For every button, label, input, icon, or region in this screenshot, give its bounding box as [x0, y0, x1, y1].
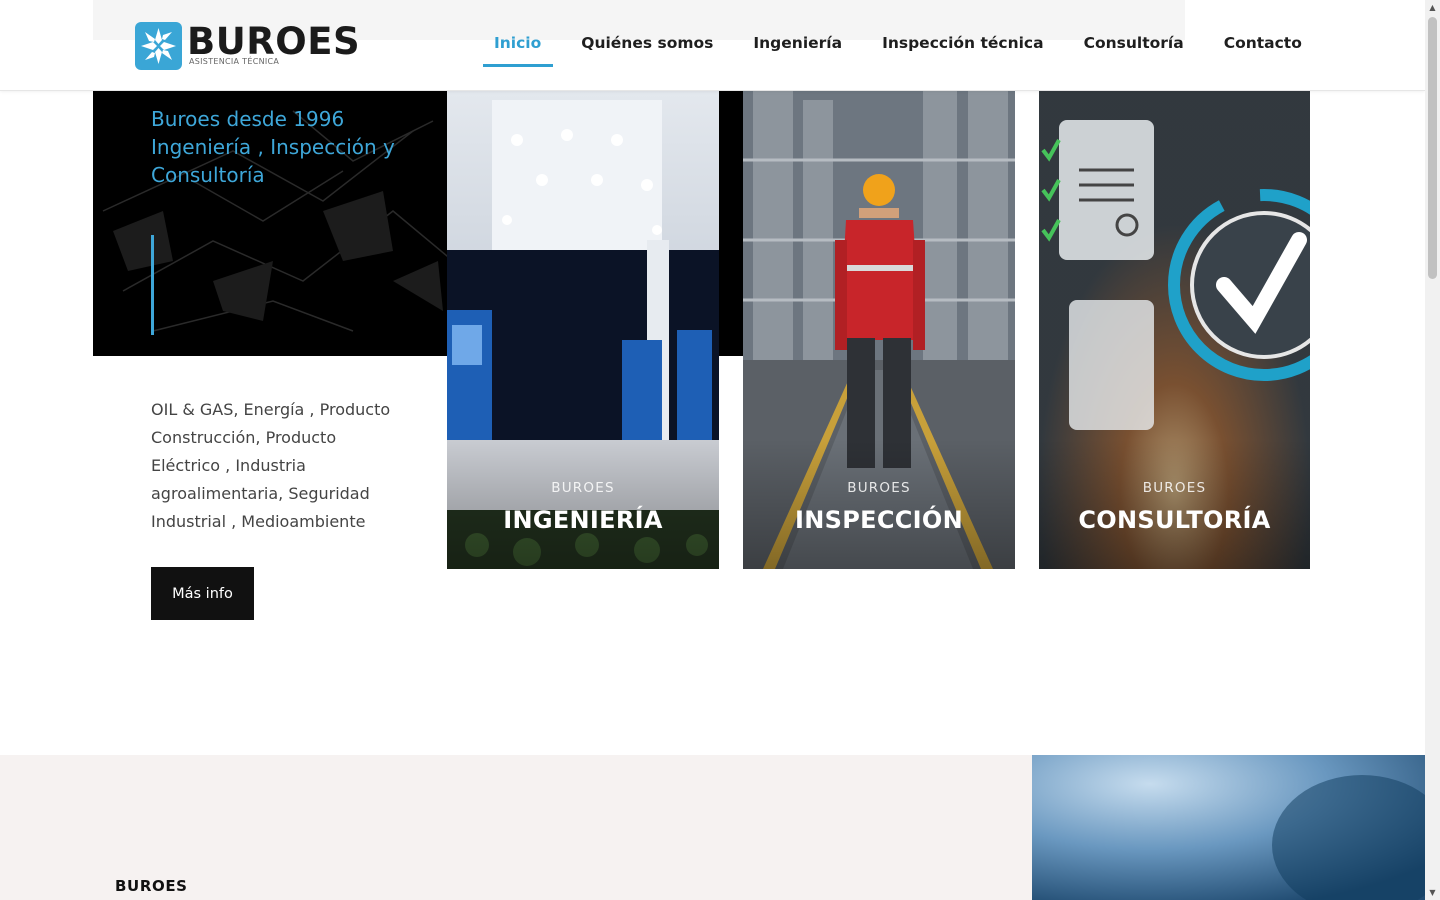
- nav-item-consultoria[interactable]: Consultoría: [1084, 34, 1184, 52]
- page-scrollbar[interactable]: ▲ ▼: [1425, 0, 1440, 900]
- card-ingenieria[interactable]: BUROES INGENIERÍA: [447, 40, 719, 569]
- card-title: INSPECCIÓN: [795, 506, 963, 534]
- card-title: INGENIERÍA: [503, 506, 663, 534]
- page: Buroes desde 1996 Ingeniería , Inspecció…: [0, 0, 1425, 900]
- active-underline: [483, 64, 554, 67]
- nav-item-quienes-somos[interactable]: Quiénes somos: [581, 34, 713, 52]
- nav-label: Inicio: [494, 34, 542, 52]
- nav-item-inspeccion-tecnica[interactable]: Inspección técnica: [882, 34, 1044, 52]
- nav-item-ingenieria[interactable]: Ingeniería: [753, 34, 842, 52]
- scroll-thumb[interactable]: [1428, 17, 1437, 279]
- scroll-up-arrow-icon[interactable]: ▲: [1425, 0, 1440, 15]
- about-section: BUROES: [0, 755, 1425, 900]
- card-title: CONSULTORÍA: [1078, 506, 1271, 534]
- site-logo[interactable]: BUROES ASISTENCIA TÉCNICA: [135, 22, 360, 72]
- blurred-image: [1032, 755, 1425, 900]
- abstract-blue-image: [1032, 755, 1425, 900]
- card-kicker: BUROES: [551, 480, 615, 496]
- logo-wordmark: BUROES: [187, 20, 361, 63]
- card-kicker: BUROES: [847, 480, 911, 496]
- nav-item-inicio[interactable]: Inicio: [483, 34, 554, 67]
- scroll-down-arrow-icon[interactable]: ▼: [1425, 885, 1440, 900]
- card-kicker: BUROES: [1142, 480, 1207, 496]
- logo-mark-icon: [135, 22, 182, 70]
- main-nav: Inicio Quiénes somos Ingeniería Inspecci…: [483, 34, 1342, 67]
- nav-item-contacto[interactable]: Contacto: [1224, 34, 1302, 52]
- card-inspeccion[interactable]: BUROES INSPECCIÓN: [743, 40, 1015, 569]
- section-title: BUROES: [115, 877, 188, 895]
- logo-subtitle: ASISTENCIA TÉCNICA: [189, 57, 280, 66]
- hero-accent-line: [151, 235, 154, 335]
- hero-tagline: Buroes desde 1996 Ingeniería , Inspecció…: [151, 107, 395, 187]
- mas-info-button[interactable]: Más info: [151, 567, 254, 620]
- card-consultoria[interactable]: BUROES CONSULTORÍA: [1039, 40, 1310, 569]
- hero-sectors-text: OIL & GAS, Energía , Producto Construcci…: [151, 400, 391, 531]
